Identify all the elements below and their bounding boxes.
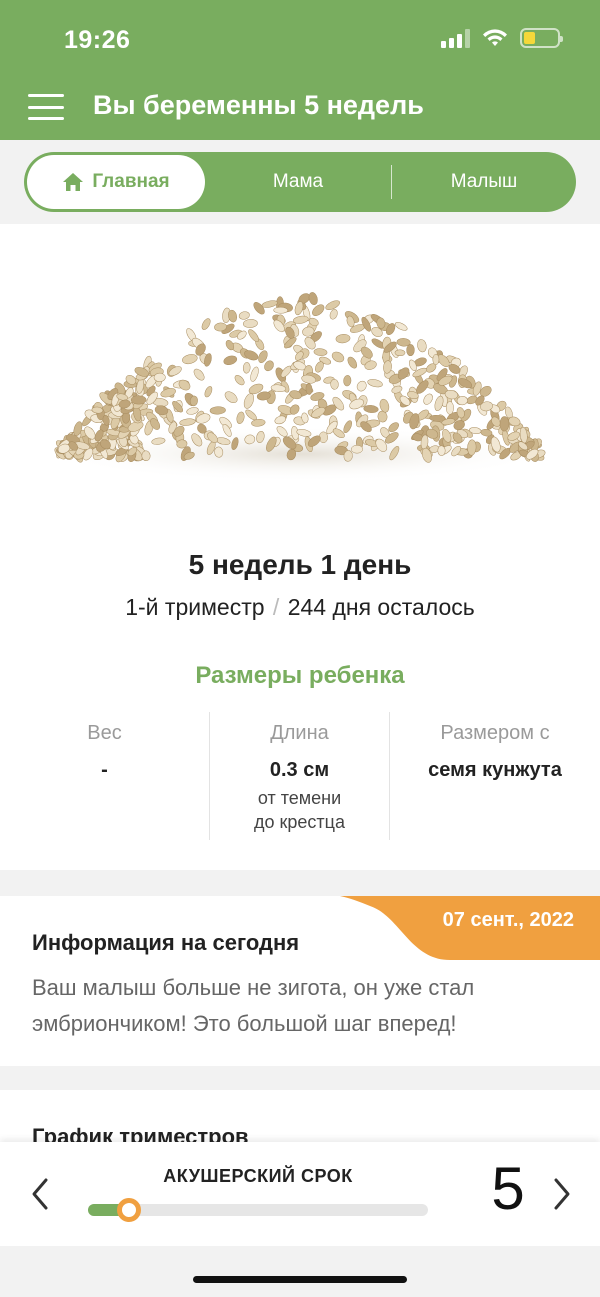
bottom-safe-area (0, 1246, 600, 1297)
trimester-label: 1-й триместр (125, 594, 265, 620)
home-icon (63, 173, 84, 191)
week-slider[interactable] (88, 1198, 428, 1222)
length-value: 0.3 см (269, 759, 330, 781)
daily-info-card[interactable]: 07 сент., 2022 Информация на сегодня Ваш… (0, 896, 600, 1066)
info-date: 07 сент., 2022 (442, 909, 574, 931)
tab-mama[interactable]: Мама (205, 155, 391, 209)
cellular-signal-icon (441, 28, 470, 48)
length-note-line1: от темени (257, 788, 342, 808)
obstetric-term-label: АКУШЕРСКИЙ СРОК (163, 1166, 353, 1186)
info-title: Информация на сегодня (32, 930, 300, 955)
tab-home[interactable]: Главная (27, 155, 205, 209)
tab-baby-label: Малыш (450, 171, 518, 192)
size-comparison-label: Размером с (440, 722, 550, 744)
weight-label: Вес (87, 722, 122, 744)
tab-baby[interactable]: Малыш (392, 155, 576, 209)
weight-value: - (101, 759, 108, 781)
tab-bar: Главная Мама Малыш (24, 152, 576, 212)
week-selector-bar: АКУШЕРСКИЙ СРОК 5 (0, 1142, 600, 1246)
separator: / (272, 594, 280, 620)
metric-size-comparison: Размером с семя кунжута (390, 712, 600, 840)
tab-mama-label: Мама (272, 171, 324, 192)
tab-bar-container: Главная Мама Малыш (0, 140, 600, 224)
status-icons (441, 28, 563, 48)
page-title: Вы беременны 5 недель (93, 90, 424, 120)
metric-length: Длина 0.3 см от темени до крестца (210, 712, 390, 840)
length-label: Длина (270, 722, 329, 744)
current-week-number: 5 (491, 1155, 525, 1222)
length-note-line2: до крестца (254, 812, 345, 832)
wifi-icon (483, 29, 507, 46)
chevron-left-icon[interactable] (26, 1176, 56, 1212)
size-comparison-value: семя кунжута (428, 759, 562, 781)
status-time: 19:26 (64, 26, 131, 54)
pregnancy-duration: 5 недель 1 день (188, 549, 412, 580)
info-text: Ваш малыш больше не зигота, он уже стал … (32, 975, 475, 1036)
home-indicator (193, 1276, 407, 1283)
days-left-label: 244 дня осталось (287, 594, 475, 620)
tab-home-label: Главная (92, 171, 170, 192)
chevron-right-icon[interactable] (546, 1176, 576, 1212)
metric-weight: Вес - (0, 712, 210, 840)
sesame-seeds-image (50, 292, 550, 482)
week-slider-thumb[interactable] (117, 1198, 141, 1222)
hamburger-menu-icon[interactable] (28, 94, 64, 120)
baby-sizes-metrics: Вес - Длина 0.3 см от темени до крестца … (0, 712, 600, 840)
app-header: 19:26 Вы беременны 5 недель (0, 0, 600, 140)
battery-icon (520, 28, 563, 48)
trimester-info: 1-й триместр / 244 дня осталось (0, 594, 600, 621)
week-summary-card: 5 недель 1 день 1-й триместр / 244 дня о… (0, 224, 600, 870)
baby-sizes-title: Размеры ребенка (195, 662, 405, 689)
